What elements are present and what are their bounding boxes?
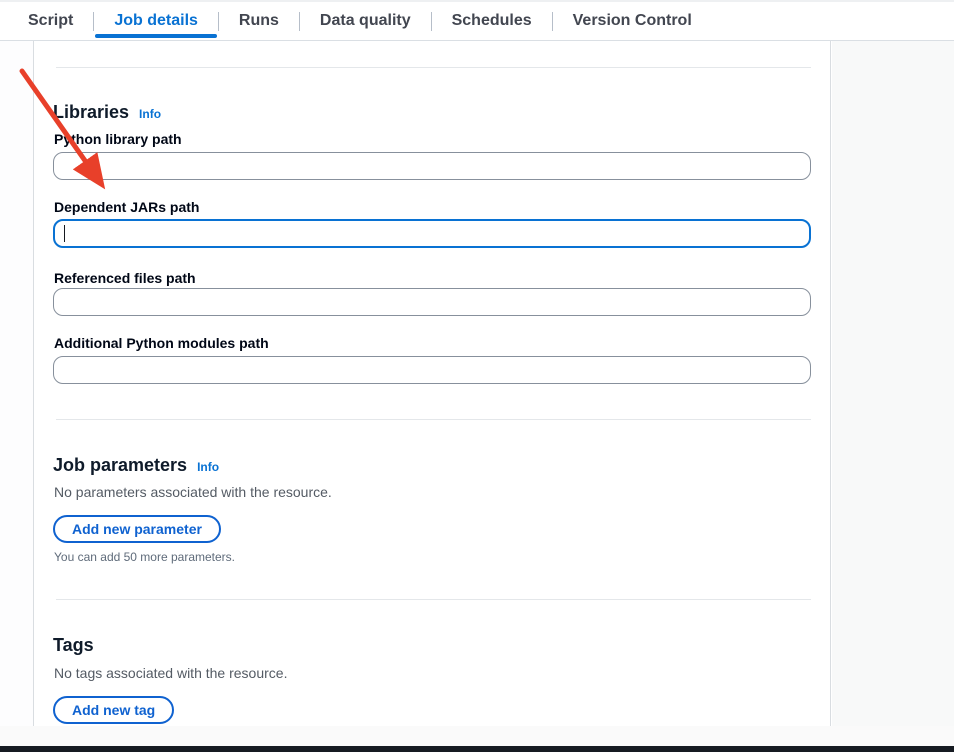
tags-empty-text: No tags associated with the resource. <box>54 663 287 683</box>
section-divider <box>56 599 811 600</box>
dependent-jars-path-input[interactable] <box>53 219 811 248</box>
tab-label: Data quality <box>320 12 411 30</box>
add-new-tag-button[interactable]: Add new tag <box>53 696 174 724</box>
text-caret <box>64 225 65 242</box>
bottom-margin-strip <box>0 726 954 746</box>
job-details-panel: Libraries Info Python library path Depen… <box>33 41 831 726</box>
active-tab-underline <box>95 34 217 38</box>
right-margin-strip <box>832 41 954 726</box>
tab-version-control[interactable]: Version Control <box>553 2 712 40</box>
job-editor-tab-bar: Script Job details Runs Data quality Sch… <box>0 0 954 41</box>
tab-job-details[interactable]: Job details <box>94 2 218 40</box>
tab-script[interactable]: Script <box>8 2 93 40</box>
tab-label: Job details <box>114 12 198 30</box>
tags-heading: Tags <box>53 635 94 656</box>
tab-runs[interactable]: Runs <box>219 2 299 40</box>
libraries-heading: Libraries Info <box>53 102 161 123</box>
section-divider <box>56 419 811 420</box>
tab-data-quality[interactable]: Data quality <box>300 2 431 40</box>
python-library-path-label: Python library path <box>54 130 182 148</box>
referenced-files-path-input[interactable] <box>53 288 811 316</box>
tab-label: Script <box>28 12 73 30</box>
libraries-title: Libraries <box>53 102 129 123</box>
job-parameters-title: Job parameters <box>53 455 187 476</box>
libraries-info-link[interactable]: Info <box>139 107 161 121</box>
tab-schedules[interactable]: Schedules <box>432 2 552 40</box>
dependent-jars-path-label: Dependent JARs path <box>54 198 199 216</box>
referenced-files-path-label: Referenced files path <box>54 269 196 287</box>
job-parameters-heading: Job parameters Info <box>53 455 219 476</box>
additional-python-modules-path-label: Additional Python modules path <box>54 334 269 352</box>
tab-label: Schedules <box>452 12 532 30</box>
job-parameters-empty-text: No parameters associated with the resour… <box>54 482 332 502</box>
window-bottom-edge <box>0 746 954 752</box>
tab-label: Version Control <box>573 12 692 30</box>
python-library-path-input[interactable] <box>53 152 811 180</box>
additional-python-modules-path-input[interactable] <box>53 356 811 384</box>
section-divider <box>56 67 811 68</box>
left-margin-strip <box>0 41 33 726</box>
job-parameters-info-link[interactable]: Info <box>197 460 219 474</box>
tab-label: Runs <box>239 12 279 30</box>
tags-title: Tags <box>53 635 94 656</box>
job-parameters-hint-text: You can add 50 more parameters. <box>54 549 235 565</box>
add-new-parameter-button[interactable]: Add new parameter <box>53 515 221 543</box>
